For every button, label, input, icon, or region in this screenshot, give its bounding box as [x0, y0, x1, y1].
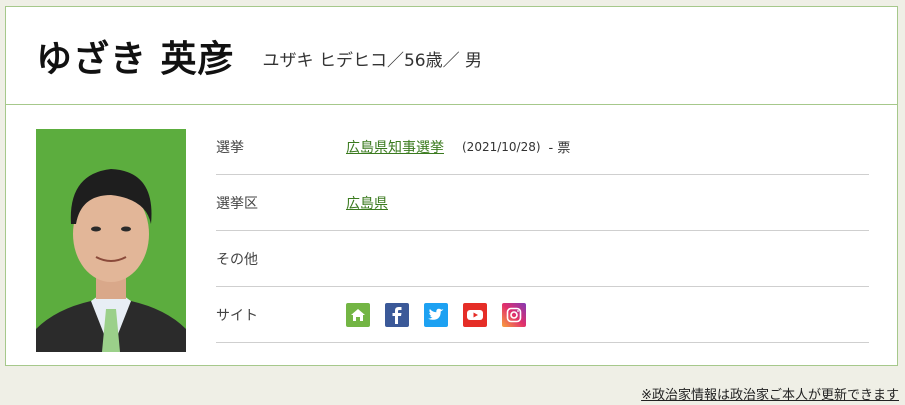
row-election: 選挙 広島県知事選挙 (2021/10/28) - 票: [216, 119, 869, 175]
home-icon[interactable]: [346, 302, 370, 327]
district-link[interactable]: 広島県: [346, 193, 388, 213]
row-value-election: 広島県知事選挙 (2021/10/28) - 票: [346, 137, 570, 157]
politician-meta: ユザキ ヒデヒコ／56歳／ 男: [262, 51, 482, 71]
instagram-icon[interactable]: [502, 302, 526, 327]
profile-details: 選挙 広島県知事選挙 (2021/10/28) - 票 選挙区 広島県 その他 …: [216, 119, 869, 343]
row-value-district: 広島県: [346, 193, 388, 213]
politician-photo: [36, 129, 186, 352]
election-link[interactable]: 広島県知事選挙: [346, 137, 444, 157]
election-date: (2021/10/28): [462, 139, 541, 154]
election-votes: - 票: [548, 141, 571, 156]
youtube-icon[interactable]: [463, 302, 487, 327]
social-icons: [346, 302, 526, 327]
twitter-icon[interactable]: [424, 302, 448, 327]
row-label-sites: サイト: [216, 307, 258, 324]
row-label-election: 選挙: [216, 139, 244, 156]
row-label-other: その他: [216, 251, 258, 268]
politician-name: ゆざき 英彦: [36, 38, 235, 80]
facebook-icon[interactable]: [385, 302, 409, 327]
profile-card: ゆざき 英彦 ユザキ ヒデヒコ／56歳／ 男 選挙 広島県知事選挙 (2021/…: [5, 6, 898, 366]
row-other: その他: [216, 231, 869, 287]
row-district: 選挙区 広島県: [216, 175, 869, 231]
row-label-district: 選挙区: [216, 195, 258, 212]
row-sites: サイト: [216, 287, 869, 343]
update-note-link[interactable]: ※政治家情報は政治家ご本人が更新できます: [641, 384, 899, 403]
profile-header: ゆざき 英彦 ユザキ ヒデヒコ／56歳／ 男: [6, 7, 897, 105]
